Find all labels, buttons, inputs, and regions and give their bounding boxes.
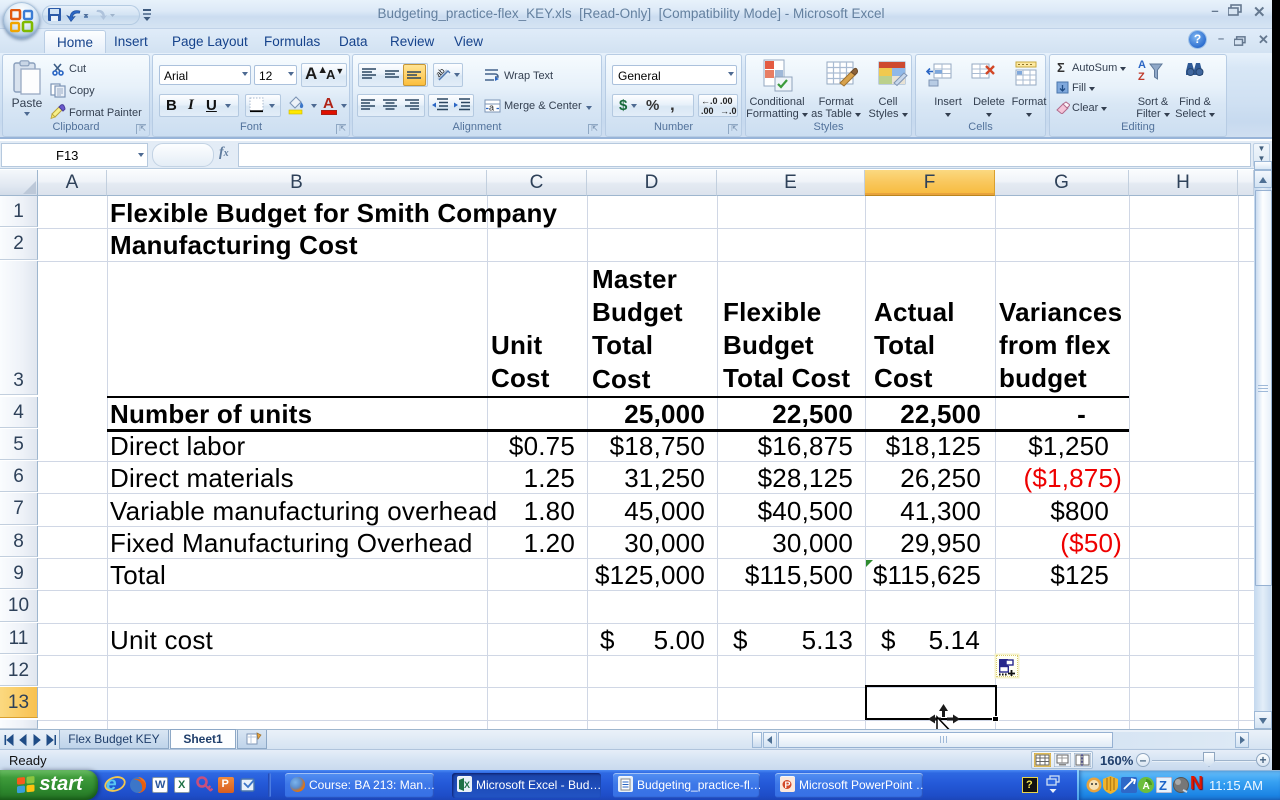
svg-text:Z: Z <box>1159 778 1167 793</box>
svg-text:ab: ab <box>436 66 447 79</box>
svg-text:X: X <box>464 780 470 790</box>
svg-text:a: a <box>489 103 494 113</box>
svg-text:P: P <box>785 780 791 790</box>
svg-text:A: A <box>1143 781 1150 792</box>
